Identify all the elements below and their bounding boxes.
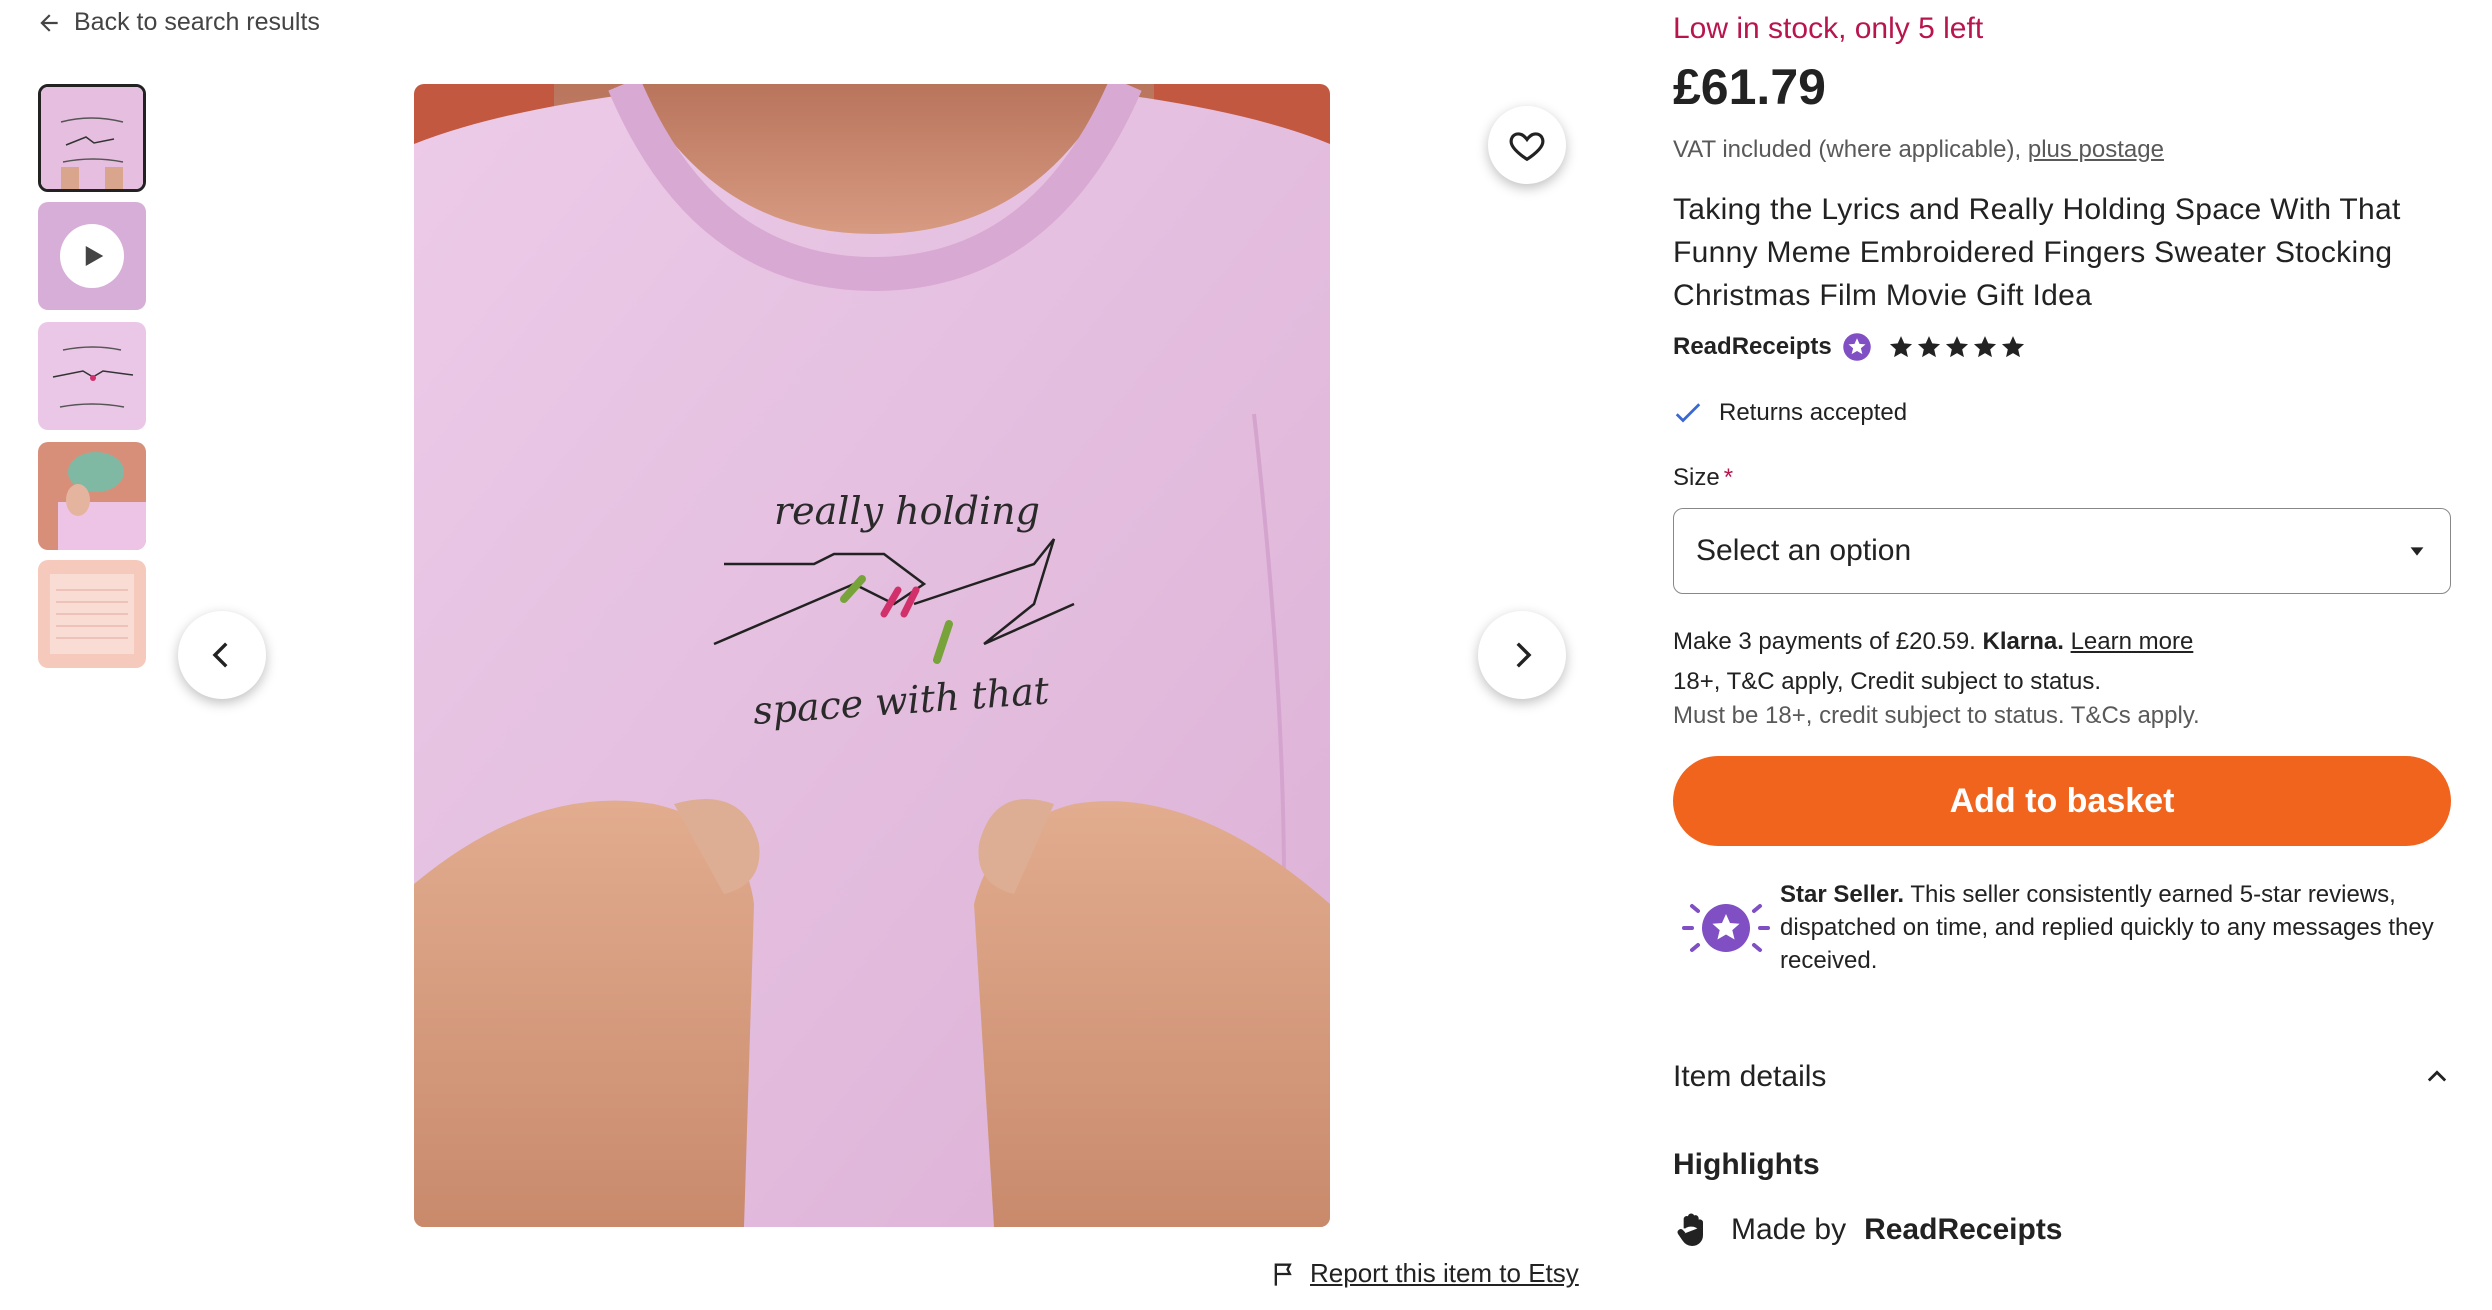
- price: £61.79: [1673, 59, 1826, 115]
- thumbnail-5[interactable]: [38, 560, 146, 668]
- star-icon: [2001, 336, 2024, 358]
- size-label-text: Size: [1673, 464, 1720, 491]
- thumbnail-3[interactable]: [38, 322, 146, 430]
- add-to-basket-button[interactable]: Add to basket: [1673, 756, 2451, 846]
- made-by-prefix: Made by: [1731, 1213, 1847, 1246]
- rating-stars: [1888, 334, 2026, 360]
- thumbnail-image: [38, 442, 146, 550]
- required-marker: *: [1723, 464, 1734, 491]
- returns-accepted: Returns accepted: [1673, 398, 1907, 428]
- stock-notice: Low in stock, only 5 left: [1673, 12, 1984, 45]
- star-icon: [1889, 336, 1912, 358]
- star-seller-title: Star Seller.: [1780, 881, 1905, 908]
- size-label: Size *: [1673, 464, 1733, 492]
- chevron-left-icon: [212, 642, 228, 668]
- thumbnail-video[interactable]: [38, 202, 146, 310]
- klarna-offer: Make 3 payments of £20.59. Klarna. Learn…: [1673, 628, 2193, 656]
- star-icon: [1917, 336, 1940, 358]
- item-details-toggle[interactable]: Item details: [1673, 1060, 2451, 1094]
- klarna-text: Make 3 payments of £20.59.: [1673, 628, 1976, 655]
- back-link-label: Back to search results: [74, 8, 320, 36]
- checkmark-icon: [1675, 403, 1701, 423]
- star-seller-icon: [1682, 904, 1770, 952]
- klarna-terms: 18+, T&C apply, Credit subject to status…: [1673, 668, 2101, 695]
- size-select[interactable]: Select an option: [1673, 508, 2451, 594]
- thumbnail-image: [41, 87, 143, 189]
- klarna-note: Must be 18+, credit subject to status. T…: [1673, 702, 2200, 729]
- product-title: Taking the Lyrics and Really Holding Spa…: [1673, 193, 2401, 312]
- play-icon: [60, 224, 124, 288]
- heart-icon: [1509, 132, 1545, 162]
- previous-image-button[interactable]: [178, 611, 266, 699]
- thumbnail-image: [38, 322, 146, 430]
- sweater-photo: really holding space with that: [414, 84, 1330, 1227]
- report-link-label: Report this item to Etsy: [1310, 1258, 1579, 1288]
- star-seller-info: Star Seller. This seller consistently ea…: [1780, 878, 2440, 977]
- shop-name-link[interactable]: ReadReceipts: [1673, 333, 1832, 361]
- shop-row: ReadReceipts: [1673, 332, 2026, 362]
- star-seller-badge-icon: [1842, 333, 1871, 361]
- klarna-logo: Klarna.: [1982, 628, 2064, 655]
- highlights-heading: Highlights: [1673, 1148, 1820, 1181]
- vat-text: VAT included (where applicable),: [1673, 136, 2022, 163]
- size-select-value: Select an option: [1696, 534, 1912, 567]
- thumbnail-1[interactable]: [38, 84, 146, 192]
- star-icon: [1973, 336, 1996, 358]
- main-product-image[interactable]: really holding space with that: [414, 84, 1330, 1227]
- klarna-learn-more-link[interactable]: Learn more: [2071, 628, 2194, 655]
- chevron-right-icon: [1516, 642, 1532, 668]
- next-image-button[interactable]: [1478, 611, 1566, 699]
- plus-postage-link[interactable]: plus postage: [2028, 136, 2164, 163]
- made-by-row: Made by ReadReceipts: [1673, 1210, 2063, 1250]
- made-by-shop-link[interactable]: ReadReceipts: [1864, 1213, 2062, 1247]
- hand-icon: [1677, 1213, 1703, 1247]
- returns-label: Returns accepted: [1719, 399, 1908, 426]
- vat-note: VAT included (where applicable), plus po…: [1673, 136, 2164, 164]
- item-details-label: Item details: [1673, 1060, 1827, 1093]
- thumbnail-image: [38, 560, 146, 668]
- caret-down-icon: [2410, 547, 2424, 556]
- thumbnail-4[interactable]: [38, 442, 146, 550]
- star-icon: [1945, 336, 1968, 358]
- report-item-link[interactable]: Report this item to Etsy: [1270, 1258, 1579, 1289]
- chevron-up-icon: [2427, 1070, 2447, 1082]
- favorite-button[interactable]: [1488, 106, 1566, 184]
- arrow-left-icon: [40, 13, 58, 32]
- flag-icon: [1274, 1263, 1292, 1286]
- embroidery-text-top: really holding: [774, 489, 1040, 533]
- back-to-search-link[interactable]: Back to search results: [36, 8, 320, 37]
